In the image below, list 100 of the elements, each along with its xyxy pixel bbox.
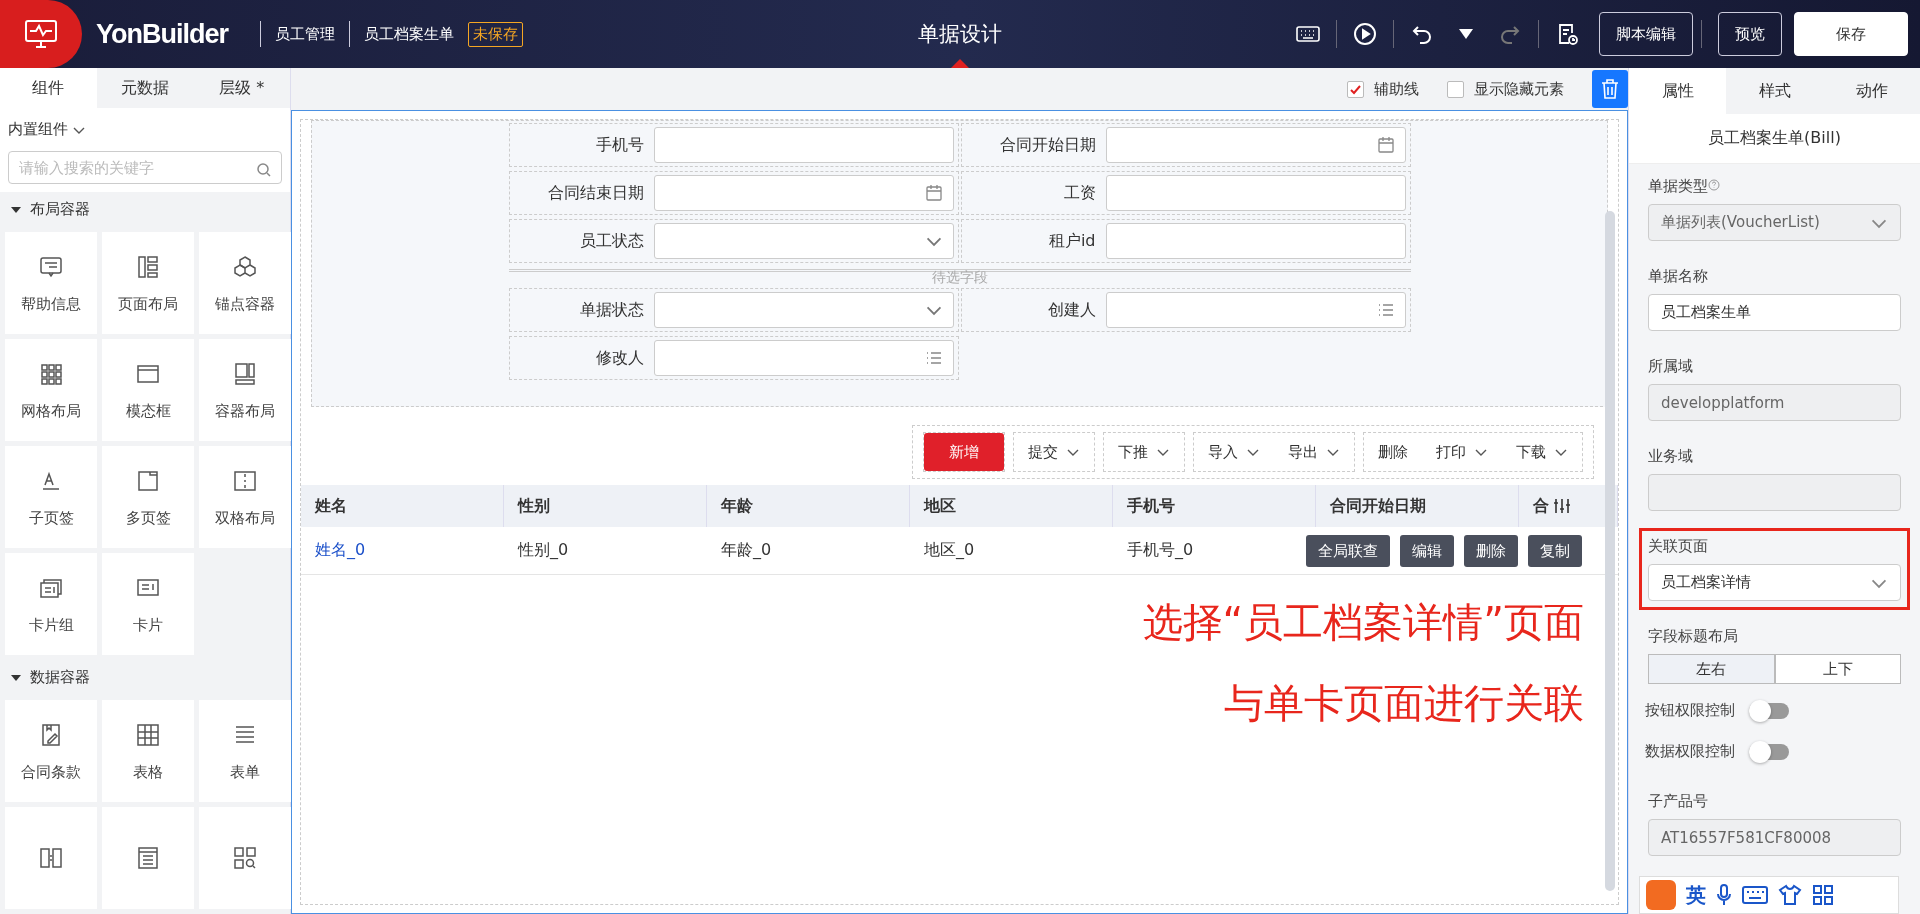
column-header: 手机号 [1113, 485, 1316, 527]
tile-label: 页面布局 [118, 294, 178, 314]
segment-option[interactable]: 上下 [1774, 654, 1901, 684]
tile-label: 容器布局 [215, 401, 275, 421]
panel-tab[interactable]: 组件 [0, 68, 97, 109]
input-field[interactable] [653, 223, 954, 259]
toggle-switch[interactable] [1749, 702, 1789, 719]
unsaved-badge: 未保存 [468, 21, 523, 47]
field-label: 修改人 [594, 347, 645, 369]
component-tile[interactable]: 卡片组 [5, 553, 97, 656]
tile-label: 网格布局 [21, 401, 81, 421]
toolbar-button[interactable]: 新增 [924, 433, 1004, 471]
table-cell-text: 地区_0 [923, 539, 976, 561]
scrollbar[interactable] [1605, 211, 1615, 891]
tile-label: 模态框 [125, 401, 171, 421]
row-action-button[interactable]: 全局联查 [1306, 535, 1390, 567]
select-field[interactable]: 员工档案详情 [1648, 564, 1901, 601]
breadcrumb-link[interactable]: 员工档案生单 [364, 24, 454, 44]
input-field[interactable] [653, 340, 954, 376]
grid-icon[interactable] [1812, 884, 1834, 906]
component-tile[interactable]: 模态框 [102, 339, 194, 442]
column-header: 年龄 [707, 485, 910, 527]
column-header: 性别 [504, 485, 707, 527]
save-button[interactable]: 保存 [1794, 12, 1908, 56]
monitor-icon [24, 19, 58, 49]
tile-label: 帮助信息 [21, 294, 81, 314]
group-header[interactable]: 布局容器 [0, 192, 290, 228]
list-icon [1376, 301, 1395, 319]
field-label: 员工状态 [578, 230, 645, 252]
field-label: 单据状态 [578, 299, 645, 321]
name-link[interactable]: 姓名_0 [301, 527, 504, 574]
ime-logo-icon[interactable] [1646, 880, 1676, 910]
component-tile[interactable]: 双格布局 [199, 446, 291, 549]
keyboard-icon[interactable] [1742, 885, 1768, 905]
row-action-button[interactable]: 编辑 [1400, 535, 1454, 567]
row-action-button[interactable]: 复制 [1528, 535, 1582, 567]
search-field[interactable]: 请输入搜索的关键字 [8, 151, 282, 185]
property-label: 所属域 [1648, 357, 1694, 376]
component-tile[interactable]: 合同条款 [5, 700, 97, 802]
column-header: 姓名 [301, 485, 504, 527]
input-field[interactable] [1105, 127, 1406, 163]
input-field[interactable] [1105, 292, 1406, 328]
header-button[interactable]: 脚本编辑 [1599, 12, 1693, 56]
component-tile[interactable]: 卡片 [102, 553, 194, 656]
checkbox[interactable]: 辅助线 [1347, 79, 1419, 99]
component-tile[interactable] [199, 807, 291, 909]
component-tile[interactable]: 多页签 [102, 446, 194, 549]
annotation-text: 与单卡页面进行关联 [1224, 679, 1584, 728]
microphone-icon[interactable] [1716, 884, 1732, 906]
trash-icon [1601, 79, 1619, 99]
breadcrumb-link[interactable]: 员工管理 [275, 24, 335, 44]
list-icon [924, 349, 943, 367]
ime-mode[interactable]: 英 [1686, 881, 1706, 909]
triangle-icon [10, 204, 22, 215]
input-field[interactable] [653, 292, 954, 328]
annotation-text: 选择“员工档案详情”页面 [1142, 598, 1584, 647]
column-header: 合同开始日期 [1316, 485, 1519, 527]
input-field[interactable] [1105, 223, 1406, 259]
segment-option[interactable]: 左右 [1648, 654, 1775, 684]
tile-label: 双格布局 [215, 508, 275, 528]
component-tile[interactable]: 表单 [199, 700, 291, 802]
field-label: 合同开始日期 [998, 134, 1097, 156]
input-field[interactable] [653, 175, 954, 211]
group-header[interactable]: 数据容器 [0, 660, 290, 695]
property-label: 按钮权限控制 [1645, 701, 1735, 720]
checkbox-box[interactable] [1347, 80, 1364, 98]
component-tile[interactable] [102, 807, 194, 909]
panel-tab[interactable]: 属性 [1629, 68, 1726, 114]
property-label: 数据权限控制 [1645, 742, 1735, 761]
tile-label: 表单 [230, 762, 260, 782]
column-header: 地区 [910, 485, 1113, 527]
component-tile[interactable]: 锚点容器 [199, 232, 291, 335]
component-tile[interactable]: 容器布局 [199, 339, 291, 442]
tile-label: 锚点容器 [215, 294, 275, 314]
component-tile[interactable]: 表格 [102, 700, 194, 802]
component-tile[interactable]: 帮助信息 [5, 232, 97, 335]
checkbox-label: 显示隐藏元素 [1474, 79, 1564, 99]
row-action-button[interactable]: 删除 [1464, 535, 1518, 567]
property-label: 关联页面 [1648, 537, 1709, 556]
column-settings-icon[interactable] [1553, 497, 1571, 515]
component-tile[interactable] [5, 807, 97, 909]
field-label: 租户id [1047, 230, 1097, 252]
checkbox[interactable]: 显示隐藏元素 [1447, 79, 1564, 99]
component-tile[interactable]: 网格布局 [5, 339, 97, 442]
input-field[interactable] [1105, 175, 1406, 211]
category-dropdown[interactable]: 内置组件 [8, 120, 68, 140]
toggle-switch[interactable] [1749, 743, 1789, 760]
input-field[interactable] [653, 127, 954, 163]
tile-label: 卡片 [133, 615, 163, 635]
header-button[interactable]: 预览 [1718, 12, 1782, 56]
field-label: 合同结束日期 [546, 182, 645, 204]
shirt-icon[interactable] [1778, 884, 1802, 906]
input-field[interactable]: 员工档案生单 [1648, 294, 1901, 331]
component-tile[interactable]: 页面布局 [102, 232, 194, 335]
checkbox-box[interactable] [1447, 80, 1464, 98]
component-tile[interactable]: 子页签 [5, 446, 97, 549]
property-label: 单据名称 [1648, 267, 1709, 286]
checkbox-label: 辅助线 [1374, 79, 1419, 99]
trash-button[interactable] [1592, 70, 1628, 108]
triangle-icon [10, 672, 22, 683]
